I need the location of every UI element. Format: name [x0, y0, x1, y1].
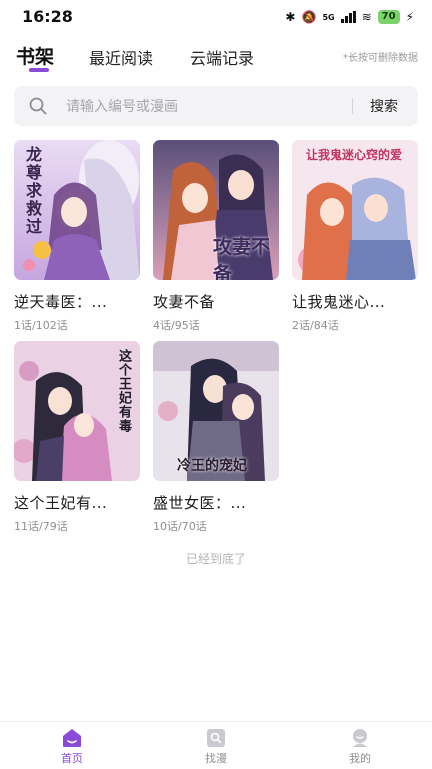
home-icon	[63, 729, 81, 747]
tab-indicator	[29, 68, 49, 72]
tab-bookshelf[interactable]: 书架	[16, 42, 54, 69]
end-of-list-text: 已经到底了	[185, 552, 246, 566]
book-progress: 11话/79话	[14, 520, 68, 533]
mute-icon: 🔕	[301, 10, 317, 24]
nav-profile-label: 我的	[349, 752, 371, 765]
nav-profile[interactable]: 我的	[330, 728, 390, 766]
book-cover[interactable]: 龙尊求救过	[14, 140, 140, 280]
book-progress: 4话/95话	[153, 319, 200, 332]
cover-title-text: 这个王妃有毒	[116, 349, 131, 433]
book-title[interactable]: 让我鬼迷心...	[292, 291, 418, 312]
book-title[interactable]: 攻妻不备	[153, 291, 279, 312]
cover-title-text: 让我鬼迷心窍的爱	[306, 148, 403, 162]
cover-title-text: 攻妻不备	[213, 236, 271, 280]
search-input[interactable]	[64, 86, 338, 128]
book-card[interactable]: 龙尊求救过 逆天毒医：... 1话/102话	[14, 140, 140, 333]
book-progress: 10话/70话	[153, 520, 207, 533]
cover-title-text: 冷王的宠妃	[177, 458, 247, 474]
nav-find-label: 找漫	[205, 752, 227, 765]
charging-icon: ⚡	[405, 10, 414, 24]
book-card[interactable]: 攻妻不备 攻妻不备 4话/95话	[153, 140, 279, 333]
cover-title-text: 龙尊求救过	[23, 146, 42, 236]
search-bar: 搜索	[14, 86, 418, 128]
nav-find[interactable]: 找漫	[186, 728, 246, 766]
book-cover[interactable]: 攻妻不备	[153, 140, 279, 280]
nav-home[interactable]: 首页	[42, 728, 102, 766]
profile-icon	[353, 729, 367, 747]
book-card[interactable]: 冷王的宠妃 盛世女医：... 10话/70话	[153, 341, 279, 534]
book-progress: 2话/84话	[292, 319, 339, 332]
battery-icon: 70	[377, 10, 400, 24]
tab-bar: 书架 最近阅读 云端记录 *长按可删除数据	[0, 38, 432, 72]
book-title[interactable]: 逆天毒医：...	[14, 291, 140, 312]
book-progress: 1话/102话	[14, 319, 68, 332]
signal-icon	[340, 11, 356, 23]
tab-recent-reading[interactable]: 最近阅读	[89, 45, 153, 69]
book-title[interactable]: 这个王妃有...	[14, 492, 140, 513]
search-icon	[29, 97, 47, 115]
book-cover[interactable]: 这个王妃有毒	[14, 341, 140, 481]
book-cover[interactable]: 冷王的宠妃	[153, 341, 279, 481]
status-bar: 16:28 ✱ 🔕 5G ≋ 70 ⚡	[0, 0, 432, 34]
search-button[interactable]: 搜索	[370, 96, 398, 116]
find-icon	[207, 729, 225, 747]
status-time: 16:28	[22, 7, 73, 26]
bottom-nav: 首页 找漫 我的	[0, 721, 432, 769]
network-label: 5G	[322, 12, 335, 22]
nav-home-label: 首页	[61, 752, 83, 765]
book-card[interactable]: 这个王妃有毒 这个王妃有... 11话/79话	[14, 341, 140, 534]
book-card[interactable]: 让我鬼迷心窍的爱 让我鬼迷心... 2话/84话	[292, 140, 418, 333]
book-cover[interactable]: 让我鬼迷心窍的爱	[292, 140, 418, 280]
wifi-icon: ≋	[361, 10, 372, 24]
status-icons: ✱ 🔕 5G ≋ 70 ⚡	[285, 8, 414, 26]
book-title[interactable]: 盛世女医：...	[153, 492, 279, 513]
bluetooth-icon: ✱	[285, 10, 296, 24]
search-divider	[352, 98, 353, 114]
long-press-hint: *长按可删除数据	[343, 53, 418, 64]
tab-cloud-records[interactable]: 云端记录	[190, 45, 254, 69]
